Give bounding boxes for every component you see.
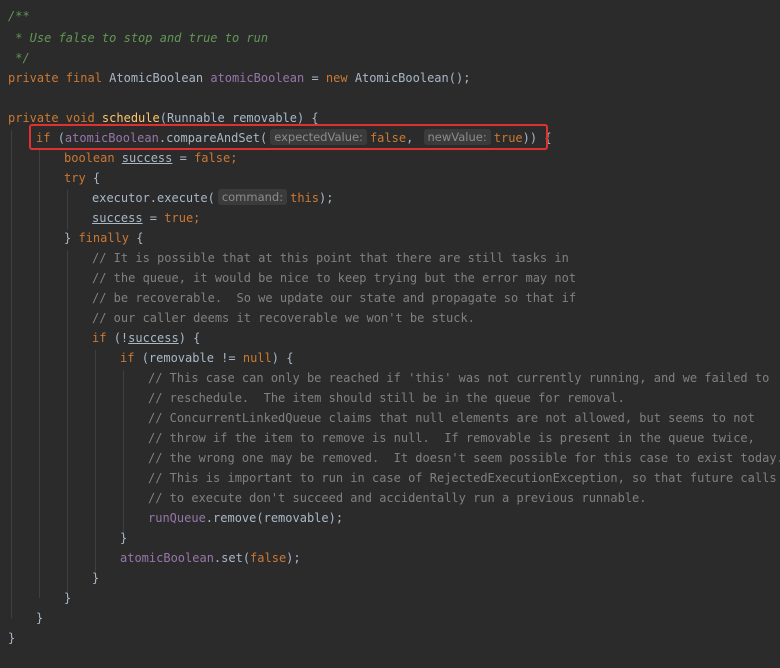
keyword: private final [8, 71, 110, 85]
paren: (! [113, 331, 129, 345]
code-line: if (!success) { [92, 328, 200, 348]
parameter-hint: expectedValue: [270, 129, 367, 145]
line-comment: // the wrong one may be removed. It does… [148, 451, 780, 465]
parameter-hint: command: [217, 189, 288, 205]
indent-guide [123, 370, 124, 538]
doc-comment: /** [8, 9, 30, 23]
indent-guide [67, 190, 68, 230]
local-variable: success [92, 211, 143, 225]
operator: = [142, 211, 165, 225]
punctuation: ) { [271, 351, 294, 365]
keyword: finally [78, 231, 137, 245]
indent-guide [11, 130, 12, 618]
code-line: } finally { [64, 228, 143, 248]
local-variable: success [121, 151, 173, 165]
indent-guide [39, 150, 40, 598]
line-comment: // This is important to run in case of R… [148, 471, 777, 485]
keyword: this [290, 191, 320, 205]
code-line: private void schedule(Runnable removable… [8, 108, 319, 128]
keyword: private void [8, 111, 102, 125]
punctuation: )) { [522, 131, 552, 145]
code-line: if (atomicBoolean.compareAndSet(expected… [36, 128, 552, 148]
code-line: } [8, 631, 16, 645]
brace: { [136, 231, 144, 245]
brace: } [64, 231, 79, 245]
field-name: atomicBoolean [64, 131, 159, 145]
code-line: } [36, 611, 44, 625]
punctuation: ); [286, 551, 301, 565]
field-name: runQueue [148, 511, 206, 525]
operator: = [304, 71, 326, 85]
local-variable: success [128, 331, 179, 345]
method-call: .set( [213, 551, 251, 565]
keyword: if [92, 331, 114, 345]
code-line: runQueue.remove(removable); [148, 508, 343, 528]
paren: ( [57, 131, 65, 145]
method-name: schedule [101, 111, 160, 125]
line-comment: // throw if the item to remove is null. … [148, 431, 755, 445]
line-comment: // be recoverable. So we update our stat… [92, 291, 577, 305]
line-comment: // our caller deems it recoverable we wo… [92, 311, 475, 325]
keyword: null [242, 351, 272, 365]
keyword: new [325, 71, 355, 85]
indent-guide [67, 250, 68, 598]
code-line: } [64, 591, 72, 605]
method-call: executor.execute( [92, 191, 215, 205]
keyword: true [493, 131, 523, 145]
code-line: } [120, 531, 128, 545]
doc-comment: */ [8, 51, 30, 65]
code-line: boolean success = false; [64, 148, 237, 168]
code-line: } [92, 571, 100, 585]
line-comment: // This case can only be reached if 'thi… [148, 371, 770, 385]
code-line: if (removable != null) { [120, 348, 293, 368]
punctuation: ) { [178, 331, 201, 345]
method-call: .compareAndSet( [158, 131, 268, 145]
indent-guide [95, 350, 96, 578]
line-comment: // the queue, it would be nice to keep t… [92, 271, 577, 285]
code-line: /** [8, 6, 30, 26]
keyword: if [36, 131, 58, 145]
code-line: */ [8, 48, 30, 68]
method-call: .remove(removable); [205, 511, 344, 525]
semicolon: ; [193, 211, 201, 225]
line-comment: // to execute don't succeed and accident… [148, 491, 647, 505]
line-comment: // It is possible that at this point tha… [92, 251, 569, 265]
brace: { [92, 171, 101, 185]
operator: = [172, 151, 195, 165]
semicolon: ; [230, 151, 238, 165]
keyword: false [369, 131, 407, 145]
method-params: (Runnable removable) { [159, 111, 319, 125]
code-line: try { [64, 168, 100, 188]
line-comment: // ConcurrentLinkedQueue claims that nul… [148, 411, 755, 425]
parameter-hint: newValue: [423, 129, 491, 145]
keyword: true [164, 211, 194, 225]
keyword: try [64, 171, 93, 185]
keyword: if [120, 351, 142, 365]
keyword: false [250, 551, 287, 565]
constructor-call: AtomicBoolean(); [354, 71, 471, 85]
field-name: atomicBoolean [210, 71, 305, 85]
code-line: private final AtomicBoolean atomicBoolea… [8, 68, 470, 88]
condition: (removable != [141, 351, 243, 365]
code-line: executor.execute(command: this); [92, 188, 333, 208]
code-editor[interactable]: /** * Use false to stop and true to run … [0, 0, 780, 668]
comma: , [406, 131, 421, 145]
line-comment: // reschedule. The item should still be … [148, 391, 625, 405]
keyword: boolean [64, 151, 122, 165]
doc-comment: * Use false to stop and true to run [8, 31, 269, 45]
keyword: false [194, 151, 231, 165]
punctuation: ); [319, 191, 334, 205]
code-line: atomicBoolean.set(false); [120, 548, 301, 568]
code-line: success = true; [92, 208, 200, 228]
code-line: * Use false to stop and true to run [8, 28, 268, 48]
field-name: atomicBoolean [120, 551, 214, 565]
type-name: AtomicBoolean [109, 71, 211, 85]
